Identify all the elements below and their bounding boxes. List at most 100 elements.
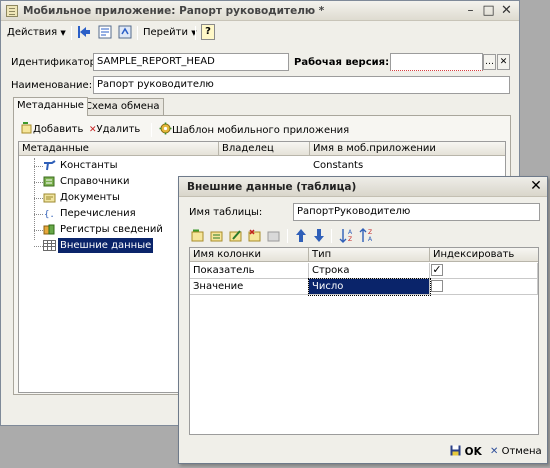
name-label: Наименование: [11,80,93,91]
cancel-label: Отмена [501,446,542,457]
toolbar-divider [71,26,72,40]
add-column-icon[interactable] [191,229,205,242]
column-divider [308,248,309,261]
tab-exchange-schema[interactable]: Схема обмена [81,98,164,116]
close-icon[interactable]: ✕ [499,3,514,18]
working-version-label: Рабочая версия: [294,57,390,68]
minimize-icon[interactable]: – [463,3,478,18]
add-label: Добавить [33,124,84,135]
delete-button[interactable]: ✕Удалить [89,122,140,138]
column-indexed-cell [430,279,538,295]
sort-descending-icon[interactable]: ZA [359,228,375,243]
tab-metadata[interactable]: Метаданные [13,97,88,116]
external-data-dialog: Внешние данные (таблица) ✕ Имя таблицы: … [178,176,548,464]
column-name-cell[interactable]: Значение [190,279,309,295]
tree-connector [34,214,43,215]
table-name-label: Имя таблицы: [189,207,263,218]
move-up-icon[interactable] [295,228,307,243]
dialog-titlebar[interactable]: Внешние данные (таблица) ✕ [179,177,547,197]
chevron-down-icon: ▼ [60,29,66,37]
documents-icon [43,192,56,203]
column-header-type[interactable]: Тип [312,248,331,261]
save-icon [450,445,461,456]
app-icon [6,5,18,17]
tree-item-label[interactable]: Документы [58,190,122,205]
tree-item-mobile-name: Constants [313,160,364,171]
actions-menu[interactable]: Действия ▼ [7,27,66,38]
table-name-field[interactable]: РапортРуководителю [293,203,540,221]
tree-row[interactable]: Константы Constants [19,158,505,174]
svg-text:Z: Z [368,229,372,236]
ok-label: OK [464,446,482,458]
cancel-button[interactable]: ✕ Отмена [490,444,542,460]
columns-toolbar: AZ ZA [191,227,391,245]
column-divider [218,142,219,155]
tree-item-label[interactable]: Перечисления [58,206,138,221]
close-icon[interactable]: ✕ [528,178,544,194]
toolbar-divider [195,26,196,40]
toolbar-divider [287,229,288,243]
goto-menu-label: Перейти [143,27,188,38]
column-header-owner[interactable]: Владелец [222,142,274,155]
toolbar-divider [151,123,152,137]
column-divider [429,248,430,261]
edit-column-icon[interactable] [229,229,243,242]
table-row[interactable]: Значение Число [190,278,538,296]
column-header-name[interactable]: Имя колонки [193,248,261,261]
ok-button[interactable]: OK [450,444,482,460]
columns-grid-header: Имя колонки Тип Индексировать [190,248,538,262]
main-titlebar[interactable]: Мобильное приложение: Рапорт руководител… [1,1,519,21]
tree-item-label[interactable]: Константы [58,158,119,173]
refresh-icon[interactable] [117,25,133,41]
delete-column-icon[interactable] [248,229,262,242]
tree-connector [34,182,43,183]
identifier-label: Идентификатор: [11,57,100,68]
identifier-field[interactable]: SAMPLE_REPORT_HEAD [93,53,289,71]
working-version-field[interactable] [390,53,483,71]
mobile-template-button[interactable]: Шаблон мобильного приложения [159,122,349,139]
clear-columns-icon[interactable] [267,229,281,242]
column-header-indexed[interactable]: Индексировать [433,248,514,261]
maximize-icon[interactable]: □ [481,3,496,18]
column-header-mobile-name[interactable]: Имя в моб.приложении [313,142,436,155]
name-field[interactable]: Рапорт руководителю [93,76,510,94]
actions-menu-label: Действия [7,27,58,38]
tree-connector [34,198,43,199]
move-down-icon[interactable] [313,228,325,243]
tree-item-label[interactable]: Внешние данные [58,238,154,253]
sort-ascending-icon[interactable]: AZ [339,228,355,243]
column-type-cell[interactable]: Строка [309,263,430,279]
table-row[interactable]: Показатель Строка ✓ [190,263,538,279]
select-version-button[interactable]: … [483,54,496,70]
navigate-back-icon[interactable] [77,25,93,41]
svg-text:A: A [348,229,353,236]
add-button[interactable]: Добавить [21,122,83,138]
add-icon [21,122,32,134]
structure-icon[interactable] [97,25,113,41]
catalogs-icon [43,176,56,187]
tree-connector [34,246,43,247]
mobile-template-label: Шаблон мобильного приложения [172,125,350,136]
dialog-title: Внешние данные (таблица) [187,181,357,193]
help-button[interactable]: ? [201,24,215,40]
clear-version-icon[interactable]: ✕ [497,54,510,70]
column-name-cell[interactable]: Показатель [190,263,309,279]
toolbar-divider [331,229,332,243]
index-checkbox[interactable]: ✓ [431,264,443,276]
goto-menu[interactable]: Перейти ▼ [143,27,197,38]
column-header-metadata[interactable]: Метаданные [22,142,89,155]
enums-icon: {..} [43,208,66,220]
svg-text:Z: Z [348,236,352,243]
tree-item-label[interactable]: Справочники [58,174,132,189]
window-title: Мобильное приложение: Рапорт руководител… [23,5,325,17]
main-toolbar: Действия ▼ Перейти ▼ ? [3,23,517,43]
tree-item-label[interactable]: Регистры сведений [58,222,165,237]
column-type-cell[interactable]: Число [308,278,431,296]
metadata-grid-header: Метаданные Владелец Имя в моб.приложении [19,142,505,156]
delete-label: Удалить [96,124,141,135]
copy-column-icon[interactable] [210,229,224,242]
index-checkbox[interactable] [431,280,443,292]
delete-icon: ✕ [89,125,97,135]
column-indexed-cell: ✓ [430,263,538,279]
columns-grid[interactable]: Имя колонки Тип Индексировать Показатель… [189,247,539,435]
